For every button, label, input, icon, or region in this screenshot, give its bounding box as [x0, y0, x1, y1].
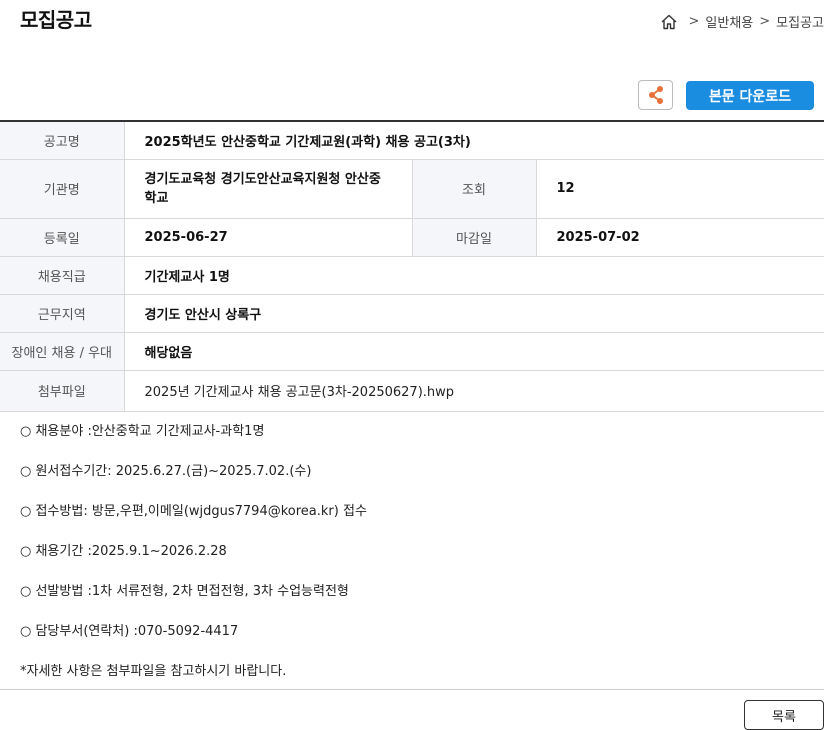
breadcrumb-item-general[interactable]: 일반채용: [705, 12, 753, 31]
share-button[interactable]: [638, 80, 673, 110]
reg-date-value: 2025-06-27: [124, 218, 412, 257]
reg-date-label: 등록일: [0, 218, 125, 257]
org-value: 경기도교육청 경기도안산교육지원청 안산중학교: [124, 159, 412, 219]
region-label: 근무지역: [0, 294, 125, 333]
body-line: ○ 선발방법 :1차 서류전형, 2차 면접전형, 3차 수업능력전형: [20, 584, 349, 599]
rank-label: 채용직급: [0, 256, 125, 295]
divider: [0, 689, 824, 690]
views-label: 조회: [411, 159, 537, 219]
disabled-value: 해당없음: [124, 332, 824, 371]
notice-info-table: 공고명 2025학년도 안산중학교 기간제교원(과학) 채용 공고(3차) 기관…: [0, 120, 824, 412]
body-line: ○ 담당부서(연락처) :070-5092-4417: [20, 624, 239, 639]
body-line: ○ 채용기간 :2025.9.1~2026.2.28: [20, 544, 227, 559]
share-icon: [648, 86, 663, 104]
title-label: 공고명: [0, 121, 125, 160]
disabled-label: 장애인 채용 / 우대: [0, 332, 125, 371]
list-button[interactable]: 목록: [744, 700, 824, 730]
breadcrumb: > 일반채용 > 모집공고: [660, 12, 824, 31]
deadline-label: 마감일: [411, 218, 537, 257]
table-row: 기관명 경기도교육청 경기도안산교육지원청 안산중학교 조회 12: [0, 159, 824, 219]
org-label: 기관명: [0, 159, 125, 219]
attachment-link[interactable]: 2025년 기간제교사 채용 공고문(3차-20250627).hwp: [124, 370, 824, 412]
table-row: 첨부파일 2025년 기간제교사 채용 공고문(3차-20250627).hwp: [0, 370, 824, 412]
table-row: 채용직급 기간제교사 1명: [0, 256, 824, 295]
body-line: *자세한 사항은 첨부파일을 참고하시기 바랍니다.: [20, 664, 287, 679]
table-row: 등록일 2025-06-27 마감일 2025-07-02: [0, 218, 824, 257]
breadcrumb-separator: >: [688, 14, 700, 29]
table-row: 장애인 채용 / 우대 해당없음: [0, 332, 824, 371]
home-icon[interactable]: [660, 13, 678, 31]
page-title: 모집공고: [20, 8, 92, 32]
breadcrumb-item-notice[interactable]: 모집공고: [776, 12, 824, 31]
body-line: ○ 원서접수기간: 2025.6.27.(금)~2025.7.02.(수): [20, 464, 312, 479]
region-value: 경기도 안산시 상록구: [124, 294, 824, 333]
deadline-value: 2025-07-02: [536, 218, 824, 257]
body-line: ○ 접수방법: 방문,우편,이메일(wjdgus7794@korea.kr) 접…: [20, 504, 367, 519]
views-value: 12: [536, 159, 824, 219]
body-line: ○ 채용분야 :안산중학교 기간제교사-과학1명: [20, 424, 265, 439]
rank-value: 기간제교사 1명: [124, 256, 824, 295]
download-body-button[interactable]: 본문 다운로드: [686, 81, 814, 110]
table-row: 공고명 2025학년도 안산중학교 기간제교원(과학) 채용 공고(3차): [0, 121, 824, 160]
title-value: 2025학년도 안산중학교 기간제교원(과학) 채용 공고(3차): [124, 121, 824, 160]
attachment-label: 첨부파일: [0, 370, 125, 412]
notice-body: ○ 채용분야 :안산중학교 기간제교사-과학1명 ○ 원서접수기간: 2025.…: [20, 420, 367, 700]
breadcrumb-separator: >: [759, 14, 771, 29]
table-row: 근무지역 경기도 안산시 상록구: [0, 294, 824, 333]
